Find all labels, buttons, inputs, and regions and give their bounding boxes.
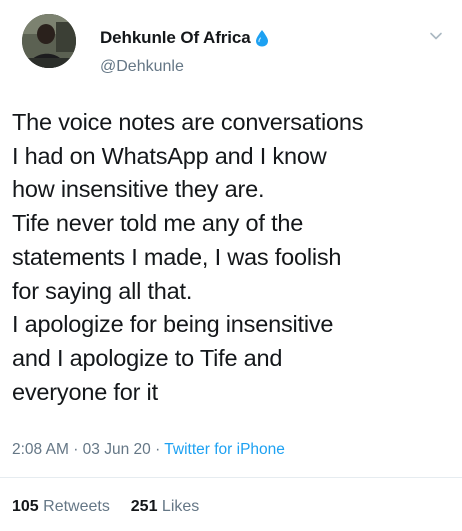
tweet-text-line: I apologize for being insensitive	[12, 311, 334, 338]
tweet-card: Dehkunle Of Africa @Dehkunle The voice n…	[0, 0, 462, 531]
retweets-stat[interactable]: 105 Retweets	[12, 498, 114, 515]
tweet-text-line: I had on WhatsApp and I know	[12, 142, 327, 169]
avatar[interactable]	[22, 14, 76, 68]
tweet-text-line: how insensitive they are.	[12, 176, 265, 203]
tweet-stats: 105 Retweets 251 Likes	[12, 498, 199, 516]
tweet-text: The voice notes are conversations I had …	[12, 106, 452, 409]
chevron-down-icon[interactable]	[428, 28, 444, 44]
author-name-row: Dehkunle Of Africa	[100, 26, 269, 50]
likes-stat[interactable]: 251 Likes	[131, 498, 200, 515]
likes-label: Likes	[161, 498, 200, 515]
author-display-name[interactable]: Dehkunle Of Africa	[100, 28, 251, 48]
tweet-text-line: Tife never told me any of the	[12, 210, 304, 237]
author-handle[interactable]: @Dehkunle	[100, 58, 184, 76]
retweets-count: 105	[12, 498, 39, 515]
divider	[0, 477, 462, 478]
tweet-text-line: statements I made, I was foolish	[12, 243, 342, 270]
likes-count: 251	[130, 498, 158, 515]
tweet-text-line: The voice notes are conversations	[12, 109, 364, 135]
tweet-meta: 2:08 AM · 03 Jun 20 · Twitter for iPhone	[12, 441, 285, 459]
water-drop-icon	[255, 29, 269, 47]
meta-separator: ·	[155, 441, 161, 458]
tweet-source-link[interactable]: Twitter for iPhone	[164, 441, 285, 458]
meta-separator: ·	[73, 441, 79, 458]
tweet-text-line: everyone for it	[12, 378, 158, 405]
tweet-date[interactable]: 03 Jun 20	[83, 441, 151, 458]
tweet-text-line: and I apologize to Tife and	[12, 344, 283, 371]
tweet-text-line: for saying all that.	[12, 277, 193, 304]
tweet-time[interactable]: 2:08 AM	[12, 441, 69, 458]
retweets-label: Retweets	[43, 498, 110, 515]
avatar-image	[22, 14, 76, 68]
